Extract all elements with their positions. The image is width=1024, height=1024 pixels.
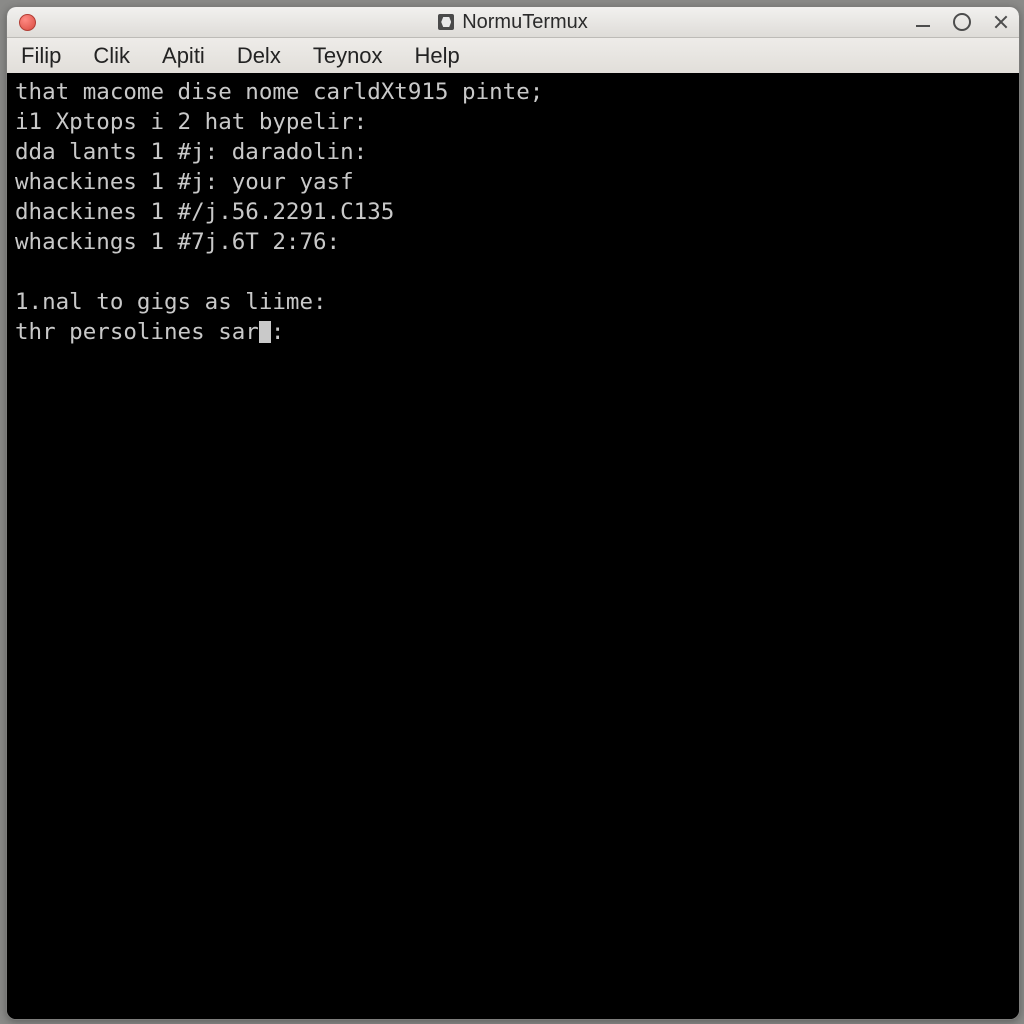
menu-clik[interactable]: Clik (93, 43, 130, 69)
terminal-line: whackings 1 #7j.6T 2:76: (15, 229, 340, 255)
app-icon (438, 14, 454, 30)
window-controls (913, 7, 1011, 37)
menu-filip[interactable]: Filip (21, 43, 61, 69)
window-title: NormuTermux (462, 11, 588, 34)
menubar: Filip Clik Apiti Delx Teynox Help (7, 38, 1019, 75)
menu-help[interactable]: Help (415, 43, 460, 69)
terminal-line: whackines 1 #j: your yasf (15, 169, 354, 195)
terminal-trailing: : (271, 319, 285, 345)
menu-apiti[interactable]: Apiti (162, 43, 205, 69)
traffic-lights (19, 14, 36, 31)
terminal-line: dhackines 1 #/j.56.2291.C135 (15, 199, 394, 225)
terminal-line: that macome dise nome carldXt915 pinte; (15, 79, 543, 105)
app-window: NormuTermux Filip Clik Apiti Delx Teynox… (6, 6, 1020, 1020)
menu-teynox[interactable]: Teynox (313, 43, 383, 69)
close-button[interactable] (991, 12, 1011, 32)
terminal-line: i1 Xptops i 2 hat bypelir: (15, 109, 367, 135)
cursor-icon (259, 321, 271, 343)
titlebar[interactable]: NormuTermux (7, 7, 1019, 38)
minimize-button[interactable] (913, 12, 933, 32)
terminal-line: thr persolines sar (15, 319, 259, 345)
close-dot-icon[interactable] (19, 14, 36, 31)
maximize-button[interactable] (953, 13, 971, 31)
menu-delx[interactable]: Delx (237, 43, 281, 69)
terminal-line: 1.nal to gigs as liime: (15, 289, 327, 315)
terminal-line: dda lants 1 #j: daradolin: (15, 139, 367, 165)
title-center: NormuTermux (7, 11, 1019, 34)
terminal-area[interactable]: that macome dise nome carldXt915 pinte; … (7, 73, 1019, 1019)
